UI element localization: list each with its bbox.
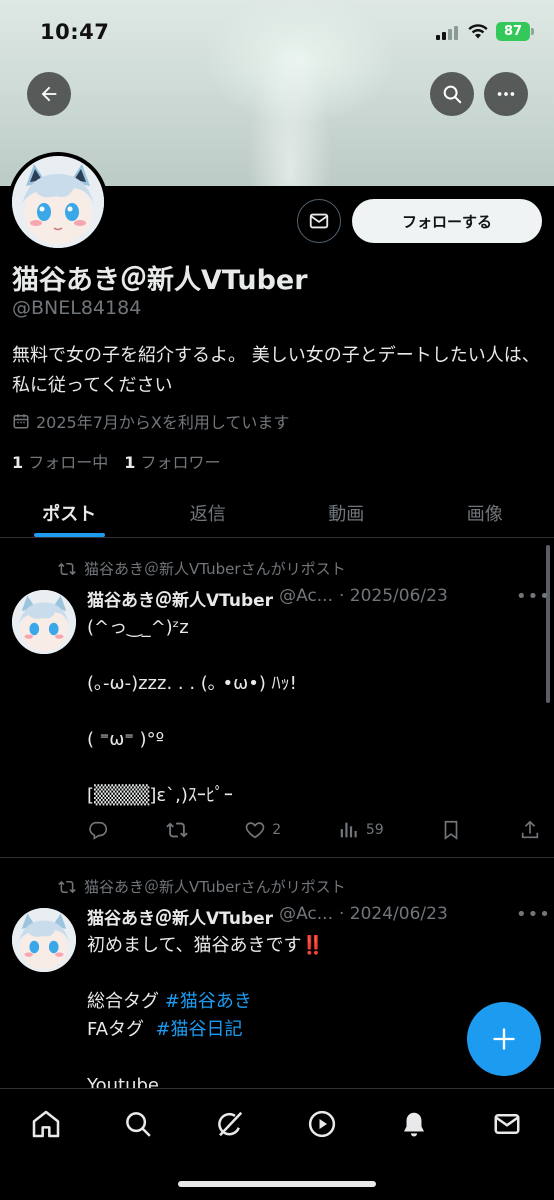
plus-icon: [493, 1028, 515, 1050]
post-more-icon[interactable]: •••: [516, 586, 551, 607]
profile-handle: @BNEL84184: [12, 297, 142, 319]
nav-grok[interactable]: [213, 1107, 247, 1141]
avatar-image: [12, 908, 76, 972]
reply-button[interactable]: [87, 819, 109, 841]
status-bar: 10:47 87: [0, 0, 554, 60]
nav-video[interactable]: [305, 1107, 339, 1141]
post-header: 猫谷あき＠新人VTuber @Ac... · 2024/06/23: [87, 904, 448, 929]
nav-home[interactable]: [29, 1107, 63, 1141]
repost-indicator: 猫谷あき＠新人VTuberさんがリポスト: [58, 876, 346, 897]
mail-icon: [494, 1114, 520, 1134]
share-icon: [521, 820, 539, 839]
message-button[interactable]: [297, 199, 341, 243]
mail-icon: [309, 213, 329, 229]
repost-icon: [58, 562, 76, 575]
tab-posts[interactable]: ポスト: [0, 488, 139, 537]
repost-label: 猫谷あき＠新人VTuberさんがリポスト: [84, 878, 346, 896]
home-icon: [32, 1110, 60, 1138]
view-count: 59: [365, 822, 384, 838]
repost-indicator: 猫谷あき＠新人VTuberさんがリポスト: [58, 558, 346, 579]
heart-icon: [245, 822, 265, 839]
like-button[interactable]: 2: [244, 819, 281, 841]
search-button[interactable]: [430, 72, 474, 116]
tag-label: FAタグ: [87, 1019, 156, 1040]
post-avatar[interactable]: [12, 590, 76, 654]
nav-search[interactable]: [121, 1107, 155, 1141]
like-count: 2: [272, 822, 282, 838]
bookmark-icon: [444, 820, 458, 840]
compose-button[interactable]: [467, 1002, 541, 1076]
post-author[interactable]: 猫谷あき＠新人VTuber: [87, 586, 273, 611]
post-more-icon[interactable]: •••: [516, 904, 551, 925]
search-icon: [126, 1112, 151, 1137]
post-line: 初めまして、猫谷あきです: [87, 935, 302, 956]
repost-button[interactable]: [165, 819, 188, 841]
avatar-image: [12, 590, 76, 654]
back-button[interactable]: [27, 72, 71, 116]
calendar-icon: [13, 414, 29, 429]
bell-icon: [404, 1112, 424, 1137]
double-exclamation-emoji: ‼️: [301, 935, 324, 956]
repost-icon: [58, 880, 76, 893]
post-text: 初めまして、猫谷あきです‼️ 総合タグ #猫谷あき FAタグ #猫谷日記 You…: [87, 932, 527, 1100]
repost-label: 猫谷あき＠新人VTuberさんがリポスト: [84, 560, 346, 578]
followers-link[interactable]: 1 フォロワー: [124, 449, 220, 473]
hashtag-link[interactable]: #猫谷日記: [155, 1019, 242, 1040]
repost-icon: [165, 822, 188, 838]
post-date: · 2025/06/23: [338, 586, 448, 606]
post-handle: @Ac...: [279, 904, 333, 924]
post-author[interactable]: 猫谷あき＠新人VTuber: [87, 904, 273, 929]
post-header: 猫谷あき＠新人VTuber @Ac... · 2025/06/23: [87, 586, 448, 611]
reply-icon: [89, 821, 108, 840]
more-icon: [497, 92, 515, 96]
post-handle: @Ac...: [279, 586, 333, 606]
bookmark-button[interactable]: [440, 819, 462, 841]
display-name: 猫谷あき＠新人VTuber: [12, 265, 308, 296]
share-button[interactable]: [519, 819, 541, 841]
grok-icon: [218, 1111, 243, 1137]
signal-icon: [436, 26, 458, 40]
wifi-icon: [468, 24, 488, 39]
views-icon: [340, 822, 357, 838]
follow-stats: 1 フォロー中 1 フォロワー: [12, 449, 221, 473]
home-indicator[interactable]: [178, 1181, 376, 1187]
post-avatar[interactable]: [12, 908, 76, 972]
tab-images[interactable]: 画像: [416, 488, 554, 537]
more-button[interactable]: [484, 72, 528, 116]
views-button[interactable]: 59: [338, 819, 384, 841]
back-arrow-icon: [41, 86, 57, 102]
post-divider: [0, 857, 554, 858]
tab-videos[interactable]: 動画: [277, 488, 416, 537]
avatar-image: [12, 156, 104, 248]
joined-label: 2025年7月からXを利用しています: [36, 413, 290, 432]
post-date: · 2024/06/23: [338, 904, 448, 924]
joined-date: 2025年7月からXを利用しています: [12, 409, 289, 433]
post-text: (^っ‿_^)ᶻz (｡-ω-)zzz. . . (｡ •ω•) ﾊｯ! ( ⁼…: [87, 617, 297, 806]
profile-avatar[interactable]: [8, 152, 108, 252]
tab-replies[interactable]: 返信: [139, 488, 278, 537]
follow-button[interactable]: フォローする: [352, 199, 542, 243]
search-icon: [443, 85, 462, 104]
scrollbar[interactable]: [546, 545, 550, 703]
nav-messages[interactable]: [490, 1107, 524, 1141]
battery-indicator: 87: [496, 22, 530, 41]
status-time: 10:47: [40, 20, 110, 44]
post-actions: 2 59: [87, 818, 541, 842]
profile-tabs: ポスト 返信 動画 画像: [0, 488, 554, 538]
hashtag-link[interactable]: #猫谷あき: [165, 991, 252, 1012]
play-icon: [308, 1110, 336, 1138]
nav-notifications[interactable]: [397, 1107, 431, 1141]
following-link[interactable]: 1 フォロー中: [12, 449, 108, 473]
profile-bio: 無料で女の子を紹介するよ。 美しい女の子とデートしたい人は、私に従ってください: [12, 345, 540, 396]
tag-label: 総合タグ: [87, 991, 165, 1012]
battery-tip: [531, 28, 534, 35]
